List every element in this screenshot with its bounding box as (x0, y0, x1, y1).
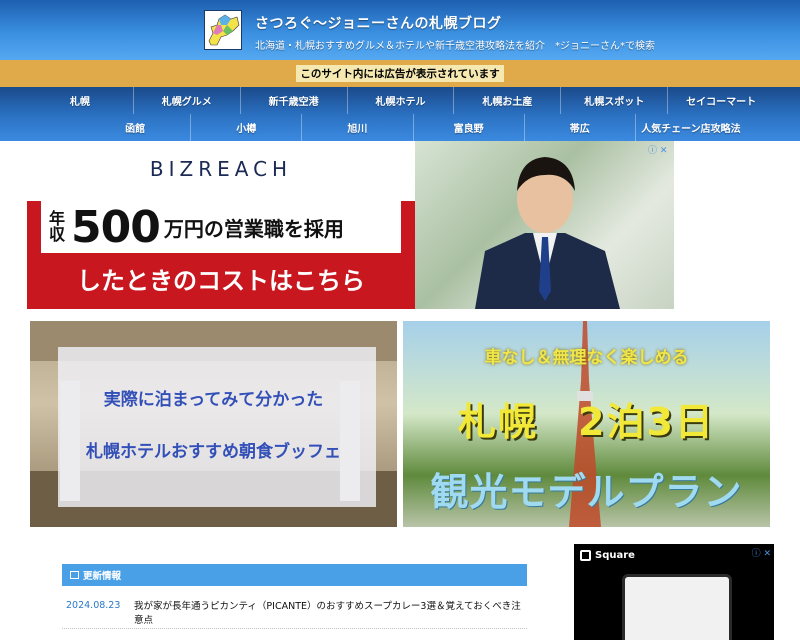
promo-sapporo-model-plan[interactable]: 車なし＆無理なく楽しめる 札幌 2泊3日 観光モデルプラン (403, 321, 770, 527)
hokkaido-map-icon (208, 14, 240, 46)
ad-choices-icon[interactable]: ⓘ ✕ (648, 143, 670, 156)
mail-icon (70, 571, 79, 579)
square-brand: Square (595, 550, 635, 561)
nav-item-seicomart[interactable]: セイコーマート (668, 87, 774, 114)
square-logo: Square (580, 550, 635, 561)
site-description: 北海道・札幌おすすめグルメ＆ホテルや新千歳空港攻略法を紹介 *ジョニーさん*で検… (255, 41, 655, 52)
nav-item-obihiro[interactable]: 帯広 (525, 114, 636, 141)
banner-subline: したときのコストはこちら (77, 267, 365, 295)
site-header: さつろぐ〜ジョニーさんの札幌ブログ 北海道・札幌おすすめグルメ＆ホテルや新千歳空… (0, 0, 800, 60)
banner-ad-headline: 年収 500 万円の営業職を採用 (41, 201, 401, 253)
banner-nenshu-label: 年収 (49, 209, 66, 244)
site-logo[interactable] (204, 10, 242, 50)
promo-right-line-2: 札幌 2泊3日 (458, 400, 715, 444)
nav-item-sapporo-gourmet[interactable]: 札幌グルメ (134, 87, 241, 114)
bizreach-banner-ad[interactable]: BIZREACH 年収 500 万円の営業職を採用 したときのコストはこちら ⓘ… (27, 141, 674, 309)
banner-ad-text-panel: BIZREACH 年収 500 万円の営業職を採用 したときのコストはこちら (27, 141, 415, 309)
updates-heading-label: 更新情報 (83, 571, 122, 582)
tablet-image (622, 574, 732, 640)
bizreach-logo: BIZREACH (149, 157, 293, 181)
promo-text-box (58, 347, 376, 507)
promo-left-line-1: 実際に泊まってみて分かった (103, 390, 324, 410)
banner-ad-brand-area: BIZREACH (27, 141, 415, 201)
update-title-link[interactable]: 我が家が長年通うピカンティ（PICANTE）のおすすめスープカレー3選＆覚えてお… (134, 600, 526, 628)
businessman-image (475, 157, 620, 309)
promo-right-line-1: 車なし＆無理なく楽しめる (484, 348, 689, 368)
nav-item-sapporo-hotel[interactable]: 札幌ホテル (348, 87, 455, 114)
square-sidebar-ad[interactable]: Square ⓘ ✕ (574, 544, 774, 640)
banner-headline-rest: 万円の営業職を採用 (163, 216, 344, 241)
global-nav: 札幌 札幌グルメ 新千歳空港 札幌ホテル 札幌お土産 札幌スポット セイコーマー… (0, 87, 800, 141)
nav-item-otaru[interactable]: 小樽 (191, 114, 303, 141)
nav-item-hakodate[interactable]: 函館 (80, 114, 192, 141)
banner-ad-photo (415, 141, 674, 309)
nav-item-sapporo-souvenir[interactable]: 札幌お土産 (454, 87, 562, 114)
nav-item-furano[interactable]: 富良野 (414, 114, 525, 141)
site-title[interactable]: さつろぐ〜ジョニーさんの札幌ブログ (255, 13, 502, 33)
nav-item-chain-store-guide[interactable]: 人気チェーン店攻略法 (636, 114, 746, 141)
nav-item-sapporo-spot[interactable]: 札幌スポット (561, 87, 669, 114)
update-divider (62, 628, 527, 629)
nav-row-1: 札幌 札幌グルメ 新千歳空港 札幌ホテル 札幌お土産 札幌スポット セイコーマー… (27, 87, 774, 114)
promo-hotel-breakfast[interactable]: 実際に泊まってみて分かった 札幌ホテルおすすめ朝食ブッフェ (30, 321, 397, 527)
nav-row-2: 函館 小樽 旭川 富良野 帯広 人気チェーン店攻略法 (80, 114, 746, 141)
ad-close-icon[interactable]: ⓘ ✕ (752, 546, 771, 559)
update-date: 2024.08.23 (66, 600, 121, 611)
square-logo-icon (580, 550, 591, 561)
nav-item-sapporo[interactable]: 札幌 (27, 87, 134, 114)
ad-notice-text: このサイト内には広告が表示されています (296, 65, 504, 82)
nav-item-new-chitose-airport[interactable]: 新千歳空港 (241, 87, 348, 114)
banner-amount: 500 (71, 201, 161, 253)
ad-notice-bar: このサイト内には広告が表示されています (0, 60, 800, 87)
promo-left-line-2: 札幌ホテルおすすめ朝食ブッフェ (86, 442, 341, 462)
nav-item-asahikawa[interactable]: 旭川 (302, 114, 414, 141)
updates-heading: 更新情報 (62, 564, 527, 586)
promo-right-line-3: 観光モデルプラン (430, 470, 743, 514)
